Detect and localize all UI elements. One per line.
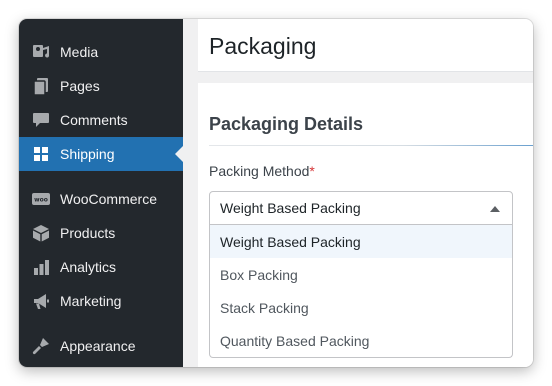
packaging-details-card: Packaging Details Packing Method* Weight… [198, 83, 533, 367]
woocommerce-icon: woo [31, 189, 51, 209]
sidebar-item-shipping[interactable]: Shipping [19, 137, 183, 171]
pages-icon [31, 76, 51, 96]
appearance-icon [31, 336, 51, 356]
admin-sidebar: Media Pages Comments Shipping woo WooCom… [19, 19, 183, 367]
packing-method-options: Weight Based Packing Box Packing Stack P… [209, 225, 513, 358]
page-header: Packaging [198, 19, 533, 72]
sidebar-item-label: Appearance [60, 338, 136, 354]
main-content: Packaging Packaging Details Packing Meth… [183, 19, 533, 367]
sidebar-item-media[interactable]: Media [19, 35, 183, 69]
option-quantity-based-packing[interactable]: Quantity Based Packing [210, 324, 512, 357]
sidebar-item-pages[interactable]: Pages [19, 69, 183, 103]
active-indicator-arrow [175, 146, 183, 162]
caret-up-icon [490, 206, 500, 212]
shipping-icon [31, 144, 51, 164]
sidebar-item-label: Marketing [60, 293, 122, 309]
section-divider [209, 145, 533, 146]
sidebar-item-products[interactable]: Products [19, 216, 183, 250]
products-icon [31, 223, 51, 243]
packing-method-label-text: Packing Method [209, 163, 310, 179]
required-asterisk: * [309, 163, 315, 179]
section-title: Packaging Details [209, 114, 364, 134]
sidebar-item-label: Analytics [60, 259, 117, 275]
svg-text:woo: woo [34, 197, 48, 204]
marketing-icon [31, 291, 51, 311]
sidebar-item-analytics[interactable]: Analytics [19, 250, 183, 284]
option-weight-based-packing[interactable]: Weight Based Packing [210, 225, 512, 258]
option-box-packing[interactable]: Box Packing [210, 258, 512, 291]
sidebar-item-woocommerce[interactable]: woo WooCommerce [19, 182, 183, 216]
sidebar-item-label: Pages [60, 78, 100, 94]
option-stack-packing[interactable]: Stack Packing [210, 291, 512, 324]
packing-method-label: Packing Method* [209, 163, 315, 179]
sidebar-item-label: WooCommerce [60, 191, 157, 207]
sidebar-item-label: Products [60, 225, 116, 241]
packing-method-selected-value: Weight Based Packing [220, 200, 361, 216]
media-icon [31, 42, 51, 62]
sidebar-item-label: Media [60, 44, 99, 60]
analytics-icon [31, 257, 51, 277]
packing-method-select[interactable]: Weight Based Packing [209, 191, 513, 225]
app-window: Media Pages Comments Shipping woo WooCom… [19, 19, 533, 367]
sidebar-item-marketing[interactable]: Marketing [19, 284, 183, 318]
sidebar-item-label: Shipping [60, 146, 115, 162]
sidebar-item-comments[interactable]: Comments [19, 103, 183, 137]
page-title: Packaging [209, 33, 317, 59]
comments-icon [31, 110, 51, 130]
sidebar-item-appearance[interactable]: Appearance [19, 329, 183, 363]
sidebar-item-label: Comments [60, 112, 128, 128]
